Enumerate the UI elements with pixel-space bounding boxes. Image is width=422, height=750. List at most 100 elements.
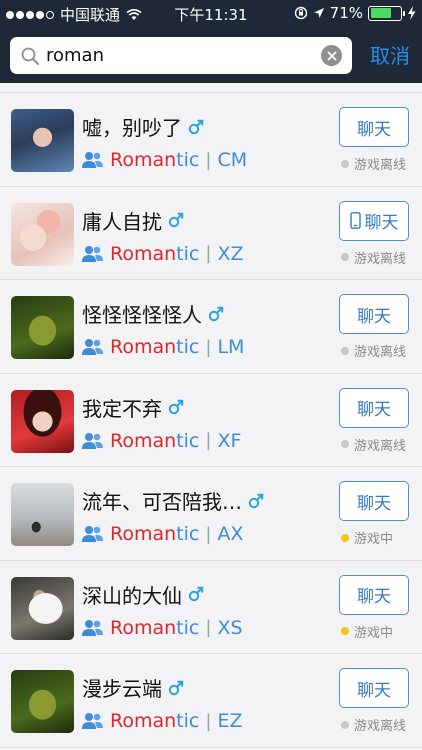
- avatar[interactable]: [11, 389, 74, 453]
- name-line: 漫步云端: [82, 673, 184, 702]
- group-name-match: Roman: [110, 616, 177, 639]
- player-name: 漫步云端: [82, 677, 162, 701]
- status-dot: [341, 720, 349, 729]
- group-icon: [82, 245, 103, 262]
- chat-button[interactable]: 聊天: [339, 200, 409, 241]
- location-icon: [313, 8, 324, 18]
- search-input[interactable]: [46, 37, 316, 74]
- avatar[interactable]: [11, 202, 74, 266]
- chat-button[interactable]: 聊天: [339, 481, 409, 521]
- group-icon: [82, 339, 103, 355]
- separator: |: [205, 710, 212, 732]
- region-abbr: AX: [217, 523, 244, 545]
- male-icon: [208, 306, 224, 321]
- status-right: 71%: [294, 4, 416, 22]
- region-abbr: XF: [217, 429, 242, 452]
- status-dot: [341, 346, 349, 355]
- search-header: 取消: [0, 28, 422, 83]
- result-row[interactable]: 流年、可否陪我… Roman tic | AX 聊天 游戏中: [0, 467, 422, 561]
- separator: |: [205, 336, 212, 358]
- avatar[interactable]: [11, 296, 74, 359]
- name-line: 流年、可否陪我…: [82, 486, 264, 515]
- result-row[interactable]: 我定不弃 Roman tic | XF 聊天 游戏离线: [0, 374, 422, 467]
- name-line: 嘘，别吵了: [82, 112, 204, 141]
- chat-button-label: 聊天: [357, 306, 391, 327]
- result-row[interactable]: 漫步云端 Roman tic | EZ 聊天 游戏离线: [0, 654, 422, 748]
- group-name-rest: tic: [176, 616, 200, 639]
- result-row[interactable]: 深山的大仙 Roman tic | XS 聊天 游戏中: [0, 561, 422, 654]
- group-line: Roman tic | XZ: [82, 243, 243, 265]
- status-text: 游戏中: [354, 532, 394, 547]
- avatar[interactable]: [11, 109, 74, 172]
- male-icon: [188, 119, 204, 134]
- chat-button-label: 聊天: [357, 493, 391, 514]
- name-line: 我定不弃: [82, 393, 184, 422]
- rotation-lock-icon: [294, 6, 307, 20]
- avatar[interactable]: [11, 576, 74, 640]
- group-name-match: Roman: [110, 523, 177, 545]
- status-text: 游戏离线: [354, 438, 407, 454]
- chat-button-label: 聊天: [357, 587, 391, 607]
- male-icon: [168, 212, 184, 228]
- player-name: 流年、可否陪我…: [82, 490, 242, 514]
- group-line: Roman tic | AX: [82, 523, 243, 545]
- chat-button[interactable]: 聊天: [339, 107, 409, 147]
- name-line: 怪怪怪怪怪人: [82, 299, 224, 328]
- avatar[interactable]: [11, 670, 74, 733]
- group-icon: [82, 152, 103, 168]
- battery-icon: [368, 5, 405, 21]
- group-icon: [82, 432, 103, 449]
- separator: |: [205, 430, 212, 451]
- result-row[interactable]: 嘘，别吵了 Roman tic | CM 聊天 游戏离线: [0, 93, 422, 187]
- status-text: 游戏离线: [354, 251, 407, 267]
- battery-percent: 71%: [329, 4, 363, 22]
- group-icon: [82, 619, 103, 636]
- group-name-match: Roman: [110, 710, 177, 732]
- region-abbr: XS: [217, 616, 243, 639]
- game-status: 游戏中: [341, 528, 393, 547]
- search-results-list: 嘘，别吵了 Roman tic | CM 聊天 游戏离线 庸人自扰 Roman …: [0, 83, 422, 748]
- name-line: 庸人自扰: [82, 206, 184, 235]
- status-text: 游戏中: [354, 625, 394, 641]
- game-status: 游戏离线: [341, 435, 406, 454]
- group-line: Roman tic | EZ: [82, 710, 242, 732]
- clear-icon[interactable]: [321, 45, 342, 66]
- status-text: 游戏离线: [354, 345, 407, 360]
- phone-icon: [349, 212, 361, 229]
- status-dot: [341, 533, 349, 542]
- search-box[interactable]: [10, 37, 352, 74]
- search-icon: [21, 47, 39, 65]
- result-row[interactable]: 怪怪怪怪怪人 Roman tic | LM 聊天 游戏离线: [0, 280, 422, 374]
- chat-button[interactable]: 聊天: [339, 668, 409, 708]
- group-name-rest: tic: [176, 149, 200, 171]
- separator: |: [205, 243, 212, 264]
- chat-button-label: 聊天: [357, 400, 391, 420]
- chat-button-label: 聊天: [357, 119, 391, 140]
- game-status: 游戏中: [341, 622, 393, 641]
- group-line: Roman tic | XF: [82, 430, 241, 452]
- charging-icon: [408, 6, 416, 20]
- region-abbr: EZ: [217, 710, 243, 732]
- group-name-rest: tic: [176, 523, 200, 545]
- group-name-rest: tic: [176, 429, 200, 452]
- result-row[interactable]: 庸人自扰 Roman tic | XZ 聊天 游戏离线: [0, 187, 422, 280]
- male-icon: [168, 680, 184, 695]
- player-name: 深山的大仙: [82, 583, 182, 608]
- group-name-match: Roman: [110, 429, 177, 452]
- avatar[interactable]: [11, 483, 74, 546]
- separator: |: [205, 617, 212, 638]
- group-name-rest: tic: [176, 710, 200, 732]
- group-name-match: Roman: [110, 149, 177, 171]
- chat-button[interactable]: 聊天: [339, 574, 409, 615]
- name-line: 深山的大仙: [82, 580, 204, 609]
- group-line: Roman tic | LM: [82, 336, 244, 358]
- chat-button[interactable]: 聊天: [339, 387, 409, 428]
- cancel-button[interactable]: 取消: [370, 40, 410, 69]
- male-icon: [188, 586, 204, 602]
- region-abbr: CM: [217, 149, 248, 171]
- group-line: Roman tic | XS: [82, 617, 243, 639]
- chat-button-label: 聊天: [364, 213, 399, 233]
- chat-button[interactable]: 聊天: [339, 294, 409, 334]
- player-name: 怪怪怪怪怪人: [82, 303, 202, 327]
- group-icon: [82, 526, 103, 542]
